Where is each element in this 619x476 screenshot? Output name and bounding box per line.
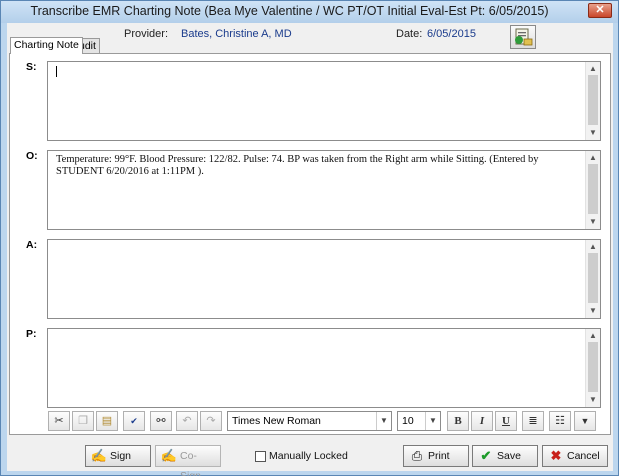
subjective-textbox[interactable]: ▲ ▼ [47,61,601,141]
objective-textbox[interactable]: Temperature: 99°F. Blood Pressure: 122/8… [47,150,601,230]
spellcheck-icon: ✔ [130,416,138,426]
save-label: Save [497,450,521,462]
cosign-pen-icon: ✍ [160,448,178,463]
window-client-area: Provider: Bates, Christine A, MD Date: 6… [7,23,613,476]
sign-pen-icon: ✍ [90,448,108,463]
charting-note-window: Transcribe EMR Charting Note (Bea Mye Va… [0,0,619,476]
copy-icon: ❐ [78,415,88,427]
cancel-label: Cancel [567,450,600,462]
objective-label: O: [26,150,38,162]
title-bar[interactable]: Transcribe EMR Charting Note (Bea Mye Va… [1,1,618,23]
font-size-select[interactable]: 10 ▼ [397,411,441,431]
assessment-label: A: [26,239,38,251]
chevron-down-icon[interactable]: ▼ [425,412,440,430]
document-export-icon [515,28,533,46]
document-export-button[interactable] [510,25,536,49]
undo-icon: ↶ [182,415,192,427]
window-title: Transcribe EMR Charting Note (Bea Mye Va… [30,4,549,18]
save-button[interactable]: ✔ Save [472,445,538,467]
scroll-down-icon[interactable]: ▼ [586,216,600,228]
chevron-down-icon[interactable]: ▼ [376,412,391,430]
tab-charting-note[interactable]: Charting Note [10,37,83,54]
close-button[interactable]: ✕ [588,3,612,18]
binoculars-icon: ⚯ [156,415,166,427]
find-button[interactable]: ⚯ [150,411,172,431]
objective-scrollbar[interactable]: ▲ ▼ [585,151,600,229]
copy-button[interactable]: ❐ [72,411,94,431]
bullet-list-button[interactable]: ☷ [549,411,571,431]
plan-label: P: [26,328,37,340]
charting-note-panel: S: ▲ ▼ O: Temperature: 99°F. Blood Press… [9,53,611,435]
print-button[interactable]: ⎙ Print [403,445,469,467]
plan-scrollbar[interactable]: ▲ ▼ [585,329,600,407]
scroll-up-icon[interactable]: ▲ [586,241,600,253]
formatting-toolbar: ✂ ❐ ▤ ✔ ⚯ ↶ ↷ Times New Roman ▼ 10 ▼ B I… [44,411,598,433]
redo-icon: ↷ [206,415,216,427]
redo-button[interactable]: ↷ [200,411,222,431]
printer-icon: ⎙ [411,448,423,463]
text-caret [56,66,57,77]
date-value: 6/05/2015 [427,28,476,40]
italic-button[interactable]: I [471,411,493,431]
align-icon: ≣ [528,415,538,427]
manually-locked-label: Manually Locked [269,450,348,462]
align-button[interactable]: ≣ [522,411,544,431]
bold-button[interactable]: B [447,411,469,431]
font-name-value: Times New Roman [232,415,321,427]
cosign-button[interactable]: ✍ Co-Sign [155,445,221,476]
cancel-x-icon: ✖ [550,448,562,463]
scroll-down-icon[interactable]: ▼ [586,305,600,317]
scroll-thumb[interactable] [588,164,598,214]
cut-button[interactable]: ✂ [48,411,70,431]
spellcheck-button[interactable]: ✔ [123,411,145,431]
provider-value: Bates, Christine A, MD [181,28,292,40]
bullet-list-icon: ☷ [555,415,565,427]
subjective-label: S: [26,61,37,73]
chevron-down-icon: ▼ [580,416,590,426]
cut-icon: ✂ [54,415,64,427]
undo-button[interactable]: ↶ [176,411,198,431]
scroll-thumb[interactable] [588,75,598,125]
checkmark-icon: ✔ [480,448,492,463]
paste-icon: ▤ [101,415,113,427]
subjective-scrollbar[interactable]: ▲ ▼ [585,62,600,140]
plan-textbox[interactable]: ▲ ▼ [47,328,601,408]
scroll-thumb[interactable] [588,253,598,303]
action-bar: ✍ Sign ✍ Co-Sign Manually Locked ⎙ Print… [7,441,613,476]
scroll-up-icon[interactable]: ▲ [586,152,600,164]
provider-label: Provider: [124,28,169,40]
cancel-button[interactable]: ✖ Cancel [542,445,608,467]
more-options-button[interactable]: ▼ [574,411,596,431]
sign-label: Sign [110,450,132,462]
cosign-label: Co-Sign [180,450,202,476]
objective-text: Temperature: 99°F. Blood Pressure: 122/8… [56,154,539,177]
underline-button[interactable]: U [495,411,517,431]
font-name-select[interactable]: Times New Roman ▼ [227,411,392,431]
paste-button[interactable]: ▤ [96,411,118,431]
date-label: Date: [396,28,423,40]
scroll-down-icon[interactable]: ▼ [586,394,600,406]
sign-button[interactable]: ✍ Sign [85,445,151,467]
font-size-value: 10 [402,415,414,427]
scroll-up-icon[interactable]: ▲ [586,330,600,342]
print-label: Print [428,450,450,462]
scroll-up-icon[interactable]: ▲ [586,63,600,75]
manually-locked-checkbox[interactable] [255,451,266,462]
assessment-textbox[interactable]: ▲ ▼ [47,239,601,319]
scroll-thumb[interactable] [588,342,598,392]
scroll-down-icon[interactable]: ▼ [586,127,600,139]
assessment-scrollbar[interactable]: ▲ ▼ [585,240,600,318]
